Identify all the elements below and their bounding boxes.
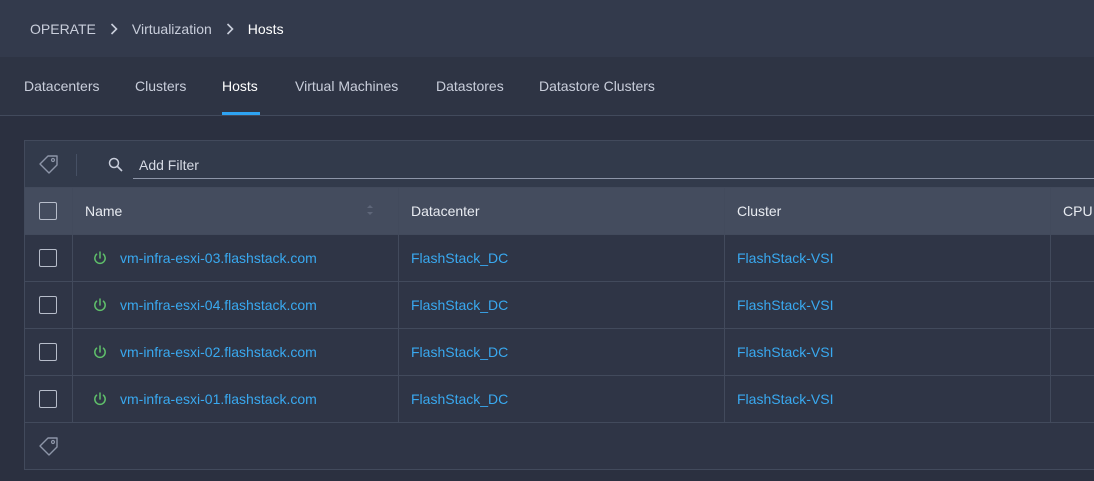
breadcrumb-item-hosts: Hosts (247, 20, 284, 37)
select-all-checkbox[interactable] (39, 202, 57, 221)
table-header-row: Name Datacenter Cluster CPU (24, 187, 1094, 235)
cluster-link[interactable]: FlashStack-VSI (737, 391, 833, 407)
tab-datastore-clusters[interactable]: Datastore Clusters (539, 78, 655, 94)
table-row: vm-infra-esxi-01.flashstack.com FlashSta… (24, 375, 1094, 423)
tab-bar: Datacenters Clusters Hosts Virtual Machi… (0, 57, 1094, 116)
power-icon (92, 391, 108, 407)
column-header-name[interactable]: Name (72, 187, 399, 235)
breadcrumb: OPERATE Virtualization Hosts (0, 0, 1094, 57)
cluster-link[interactable]: FlashStack-VSI (737, 297, 833, 313)
table-row: vm-infra-esxi-03.flashstack.com FlashSta… (24, 234, 1094, 282)
column-header-datacenter[interactable]: Datacenter (398, 187, 725, 235)
row-checkbox[interactable] (39, 249, 57, 268)
datacenter-link[interactable]: FlashStack_DC (411, 344, 508, 360)
column-header-cpu[interactable]: CPU (1050, 187, 1094, 235)
breadcrumb-item-virtualization[interactable]: Virtualization (132, 21, 212, 37)
power-icon (92, 297, 108, 313)
hosts-table: Name Datacenter Cluster CPU vm-infra-esx… (24, 187, 1094, 423)
chevron-right-icon (226, 22, 234, 35)
row-checkbox[interactable] (39, 343, 57, 362)
cpu-cell (1050, 234, 1094, 282)
cpu-cell (1050, 328, 1094, 376)
cluster-link[interactable]: FlashStack-VSI (737, 250, 833, 266)
tab-hosts[interactable]: Hosts (222, 78, 258, 94)
power-icon (92, 344, 108, 360)
search-icon (107, 156, 125, 179)
datacenter-link[interactable]: FlashStack_DC (411, 297, 508, 313)
hosts-table-panel: Name Datacenter Cluster CPU vm-infra-esx… (24, 140, 1094, 470)
tab-datacenters[interactable]: Datacenters (24, 78, 99, 94)
tag-icon[interactable] (38, 436, 60, 461)
column-header-cluster[interactable]: Cluster (724, 187, 1051, 235)
datacenter-link[interactable]: FlashStack_DC (411, 250, 508, 266)
filter-divider (76, 154, 77, 176)
breadcrumb-item-operate[interactable]: OPERATE (30, 21, 96, 37)
cluster-link[interactable]: FlashStack-VSI (737, 344, 833, 360)
chevron-right-icon (110, 22, 118, 35)
cpu-cell (1050, 281, 1094, 329)
table-row: vm-infra-esxi-04.flashstack.com FlashSta… (24, 281, 1094, 329)
filter-bar (25, 141, 1094, 188)
tab-clusters[interactable]: Clusters (135, 78, 186, 94)
host-name-link[interactable]: vm-infra-esxi-02.flashstack.com (120, 344, 317, 360)
row-checkbox[interactable] (39, 390, 57, 409)
datacenter-link[interactable]: FlashStack_DC (411, 391, 508, 407)
power-icon (92, 250, 108, 266)
add-filter-input[interactable] (133, 151, 1094, 179)
host-name-link[interactable]: vm-infra-esxi-01.flashstack.com (120, 391, 317, 407)
host-name-link[interactable]: vm-infra-esxi-03.flashstack.com (120, 250, 317, 266)
host-name-link[interactable]: vm-infra-esxi-04.flashstack.com (120, 297, 317, 313)
active-tab-indicator (222, 112, 260, 115)
tab-virtual-machines[interactable]: Virtual Machines (295, 78, 398, 94)
row-checkbox[interactable] (39, 296, 57, 315)
tab-datastores[interactable]: Datastores (436, 78, 504, 94)
sort-icon[interactable] (366, 203, 374, 217)
tag-icon[interactable] (38, 154, 60, 179)
column-header-label: Name (85, 203, 123, 219)
cpu-cell (1050, 375, 1094, 423)
table-row: vm-infra-esxi-02.flashstack.com FlashSta… (24, 328, 1094, 376)
